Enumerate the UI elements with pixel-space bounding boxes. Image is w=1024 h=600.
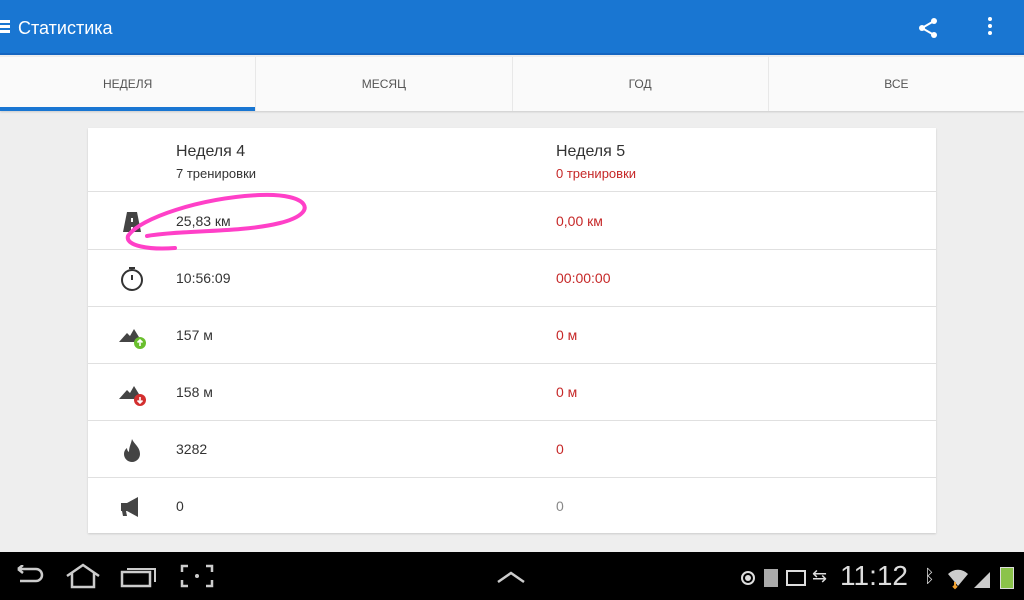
week4-duration: 10:56:09 xyxy=(176,270,231,286)
week5-count: 0 xyxy=(556,498,564,514)
duration-row: 10:56:09 00:00:00 xyxy=(88,250,936,307)
signal-icon xyxy=(974,572,990,588)
week5-ascent: 0 м xyxy=(556,327,578,343)
week4-calories: 3282 xyxy=(176,441,208,457)
descent-row: 158 м 0 м xyxy=(88,364,936,421)
image-icon xyxy=(786,570,806,586)
clock: 11:12 xyxy=(840,560,908,591)
distance-row: 25,83 км 0,00 км xyxy=(88,193,936,250)
wifi-icon xyxy=(948,569,968,590)
sd-card-icon xyxy=(764,569,778,587)
more-options-icon[interactable] xyxy=(988,17,994,38)
week5-distance: 0,00 км xyxy=(556,213,603,229)
calories-row: 3282 0 xyxy=(88,421,936,478)
column-title: Неделя 5 xyxy=(556,143,626,160)
week4-ascent: 157 м xyxy=(176,327,213,343)
week4-distance: 25,83 км xyxy=(176,213,231,229)
column-subtitle: 7 тренировки xyxy=(176,166,257,181)
screenshot-icon[interactable] xyxy=(180,564,214,588)
ascent-row: 157 м 0 м xyxy=(88,307,936,364)
stopwatch-icon xyxy=(121,267,143,291)
recent-apps-icon[interactable] xyxy=(120,564,158,588)
tab-week[interactable]: НЕДЕЛЯ xyxy=(0,57,256,111)
bluetooth-icon: ᛒ xyxy=(924,566,935,586)
home-icon[interactable] xyxy=(64,563,102,589)
stats-header: Неделя 4 7 тренировки Неделя 5 0 трениро… xyxy=(88,128,936,192)
share-icon[interactable] xyxy=(916,16,940,40)
tab-year[interactable]: ГОД xyxy=(511,57,768,111)
battery-charging-icon xyxy=(1000,567,1014,589)
sync-icon: ⇆ xyxy=(812,566,828,586)
period-tabs: НЕДЕЛЯ МЕСЯЦ ГОД ВСЕ xyxy=(0,57,1024,111)
week5-duration: 00:00:00 xyxy=(556,270,611,286)
week4-count: 0 xyxy=(176,498,184,514)
back-icon[interactable] xyxy=(10,565,44,587)
chevron-up-icon[interactable] xyxy=(496,570,526,584)
calories-icon xyxy=(124,439,140,462)
gps-icon xyxy=(741,571,755,585)
menu-icon[interactable] xyxy=(0,20,10,34)
system-nav-bar: ⇆ 11:12 ᛒ xyxy=(0,552,1024,600)
tab-all[interactable]: ВСЕ xyxy=(767,57,1024,111)
road-icon xyxy=(123,212,141,232)
feedback-row: 0 0 xyxy=(88,478,936,535)
stats-card: Неделя 4 7 тренировки Неделя 5 0 трениро… xyxy=(88,128,936,533)
ascent-icon xyxy=(119,329,146,349)
week5-descent: 0 м xyxy=(556,384,578,400)
megaphone-icon xyxy=(121,497,138,517)
tab-month[interactable]: МЕСЯЦ xyxy=(255,57,511,111)
descent-icon xyxy=(119,386,146,406)
page-title: Статистика xyxy=(18,18,113,38)
column-subtitle: 0 тренировки xyxy=(556,166,637,181)
week5-calories: 0 xyxy=(556,441,564,457)
column-title: Неделя 4 xyxy=(176,143,246,160)
week4-descent: 158 м xyxy=(176,384,213,400)
app-bar: Статистика xyxy=(0,0,1024,55)
